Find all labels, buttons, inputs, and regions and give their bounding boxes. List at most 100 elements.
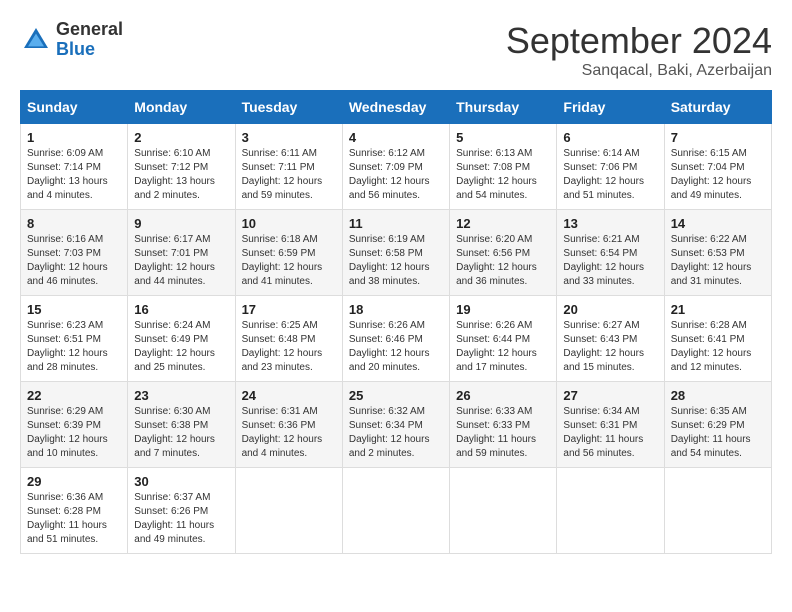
calendar-day-cell: 24 Sunrise: 6:31 AMSunset: 6:36 PMDayligh… bbox=[235, 382, 342, 468]
calendar-day-cell: 29Sunrise: 6:36 AMSunset: 6:28 PMDayligh… bbox=[21, 468, 128, 554]
cell-details: Sunrise: 6:32 AMSunset: 6:34 PMDaylight:… bbox=[349, 405, 443, 461]
day-number: 23 bbox=[134, 388, 228, 403]
day-number: 2 bbox=[134, 130, 228, 145]
column-header-tuesday: Tuesday bbox=[235, 91, 342, 124]
cell-details: Sunrise: 6:34 AMSunset: 6:31 PMDaylight:… bbox=[563, 405, 657, 461]
cell-details: Sunrise: 6:13 AMSunset: 7:08 PMDaylight:… bbox=[456, 147, 550, 203]
column-header-saturday: Saturday bbox=[664, 91, 771, 124]
cell-details: Sunrise: 6:19 AMSunset: 6:58 PMDaylight:… bbox=[349, 233, 443, 289]
day-number: 9 bbox=[134, 216, 228, 231]
day-number: 7 bbox=[671, 130, 765, 145]
calendar-day-cell: 13 Sunrise: 6:21 AMSunset: 6:54 PMDayligh… bbox=[557, 210, 664, 296]
day-number: 14 bbox=[671, 216, 765, 231]
empty-cell bbox=[450, 468, 557, 554]
month-title: September 2024 bbox=[506, 20, 772, 62]
calendar-week-row: 1Sunrise: 6:09 AMSunset: 7:14 PMDaylight… bbox=[21, 124, 772, 210]
day-number: 20 bbox=[563, 302, 657, 317]
cell-details: Sunrise: 6:22 AMSunset: 6:53 PMDaylight:… bbox=[671, 233, 765, 289]
column-header-sunday: Sunday bbox=[21, 91, 128, 124]
calendar-day-cell: 18 Sunrise: 6:26 AMSunset: 6:46 PMDayligh… bbox=[342, 296, 449, 382]
empty-cell bbox=[557, 468, 664, 554]
day-number: 3 bbox=[242, 130, 336, 145]
empty-cell bbox=[342, 468, 449, 554]
cell-details: Sunrise: 6:29 AMSunset: 6:39 PMDaylight:… bbox=[27, 405, 121, 461]
cell-details: Sunrise: 6:23 AMSunset: 6:51 PMDaylight:… bbox=[27, 319, 121, 375]
calendar-header-row: SundayMondayTuesdayWednesdayThursdayFrid… bbox=[21, 91, 772, 124]
column-header-wednesday: Wednesday bbox=[342, 91, 449, 124]
day-number: 11 bbox=[349, 216, 443, 231]
calendar-day-cell: 17 Sunrise: 6:25 AMSunset: 6:48 PMDayligh… bbox=[235, 296, 342, 382]
calendar-day-cell: 5 Sunrise: 6:13 AMSunset: 7:08 PMDaylight… bbox=[450, 124, 557, 210]
day-number: 30 bbox=[134, 474, 228, 489]
cell-details: Sunrise: 6:17 AMSunset: 7:01 PMDaylight:… bbox=[134, 233, 228, 289]
day-number: 26 bbox=[456, 388, 550, 403]
calendar-day-cell: 4 Sunrise: 6:12 AMSunset: 7:09 PMDaylight… bbox=[342, 124, 449, 210]
day-number: 13 bbox=[563, 216, 657, 231]
calendar-day-cell: 28Sunrise: 6:35 AMSunset: 6:29 PMDayligh… bbox=[664, 382, 771, 468]
cell-details: Sunrise: 6:18 AMSunset: 6:59 PMDaylight:… bbox=[242, 233, 336, 289]
cell-details: Sunrise: 6:30 AMSunset: 6:38 PMDaylight:… bbox=[134, 405, 228, 461]
calendar-day-cell: 9 Sunrise: 6:17 AMSunset: 7:01 PMDaylight… bbox=[128, 210, 235, 296]
logo-icon bbox=[20, 24, 52, 56]
calendar-day-cell: 3Sunrise: 6:11 AMSunset: 7:11 PMDaylight… bbox=[235, 124, 342, 210]
empty-cell bbox=[235, 468, 342, 554]
calendar-day-cell: 22Sunrise: 6:29 AMSunset: 6:39 PMDayligh… bbox=[21, 382, 128, 468]
calendar-day-cell: 10 Sunrise: 6:18 AMSunset: 6:59 PMDayligh… bbox=[235, 210, 342, 296]
cell-details: Sunrise: 6:25 AMSunset: 6:48 PMDaylight:… bbox=[242, 319, 336, 375]
column-header-thursday: Thursday bbox=[450, 91, 557, 124]
logo-blue-text: Blue bbox=[56, 39, 95, 59]
title-block: September 2024 Sanqacal, Baki, Azerbaija… bbox=[506, 20, 772, 80]
calendar-day-cell: 12Sunrise: 6:20 AMSunset: 6:56 PMDayligh… bbox=[450, 210, 557, 296]
logo: General Blue bbox=[20, 20, 123, 60]
calendar-day-cell: 27 Sunrise: 6:34 AMSunset: 6:31 PMDayligh… bbox=[557, 382, 664, 468]
calendar-week-row: 29Sunrise: 6:36 AMSunset: 6:28 PMDayligh… bbox=[21, 468, 772, 554]
calendar-day-cell: 23 Sunrise: 6:30 AMSunset: 6:38 PMDayligh… bbox=[128, 382, 235, 468]
calendar-week-row: 15 Sunrise: 6:23 AMSunset: 6:51 PMDayligh… bbox=[21, 296, 772, 382]
cell-details: Sunrise: 6:14 AMSunset: 7:06 PMDaylight:… bbox=[563, 147, 657, 203]
calendar-day-cell: 15 Sunrise: 6:23 AMSunset: 6:51 PMDayligh… bbox=[21, 296, 128, 382]
cell-details: Sunrise: 6:16 AMSunset: 7:03 PMDaylight:… bbox=[27, 233, 121, 289]
day-number: 6 bbox=[563, 130, 657, 145]
day-number: 21 bbox=[671, 302, 765, 317]
cell-details: Sunrise: 6:12 AMSunset: 7:09 PMDaylight:… bbox=[349, 147, 443, 203]
day-number: 8 bbox=[27, 216, 121, 231]
cell-details: Sunrise: 6:21 AMSunset: 6:54 PMDaylight:… bbox=[563, 233, 657, 289]
column-header-monday: Monday bbox=[128, 91, 235, 124]
cell-details: Sunrise: 6:31 AMSunset: 6:36 PMDaylight:… bbox=[242, 405, 336, 461]
cell-details: Sunrise: 6:26 AMSunset: 6:44 PMDaylight:… bbox=[456, 319, 550, 375]
day-number: 24 bbox=[242, 388, 336, 403]
empty-cell bbox=[664, 468, 771, 554]
cell-details: Sunrise: 6:26 AMSunset: 6:46 PMDaylight:… bbox=[349, 319, 443, 375]
calendar-day-cell: 6 Sunrise: 6:14 AMSunset: 7:06 PMDaylight… bbox=[557, 124, 664, 210]
day-number: 4 bbox=[349, 130, 443, 145]
page-header: General Blue September 2024 Sanqacal, Ba… bbox=[20, 20, 772, 80]
day-number: 27 bbox=[563, 388, 657, 403]
day-number: 15 bbox=[27, 302, 121, 317]
calendar-week-row: 8 Sunrise: 6:16 AMSunset: 7:03 PMDaylight… bbox=[21, 210, 772, 296]
calendar-day-cell: 11 Sunrise: 6:19 AMSunset: 6:58 PMDayligh… bbox=[342, 210, 449, 296]
calendar-table: SundayMondayTuesdayWednesdayThursdayFrid… bbox=[20, 90, 772, 554]
calendar-day-cell: 16 Sunrise: 6:24 AMSunset: 6:49 PMDayligh… bbox=[128, 296, 235, 382]
cell-details: Sunrise: 6:24 AMSunset: 6:49 PMDaylight:… bbox=[134, 319, 228, 375]
location-title: Sanqacal, Baki, Azerbaijan bbox=[506, 62, 772, 80]
day-number: 17 bbox=[242, 302, 336, 317]
calendar-day-cell: 14 Sunrise: 6:22 AMSunset: 6:53 PMDayligh… bbox=[664, 210, 771, 296]
day-number: 16 bbox=[134, 302, 228, 317]
cell-details: Sunrise: 6:20 AMSunset: 6:56 PMDaylight:… bbox=[456, 233, 550, 289]
cell-details: Sunrise: 6:27 AMSunset: 6:43 PMDaylight:… bbox=[563, 319, 657, 375]
day-number: 1 bbox=[27, 130, 121, 145]
cell-details: Sunrise: 6:33 AMSunset: 6:33 PMDaylight:… bbox=[456, 405, 550, 461]
day-number: 10 bbox=[242, 216, 336, 231]
cell-details: Sunrise: 6:36 AMSunset: 6:28 PMDaylight:… bbox=[27, 491, 121, 547]
cell-details: Sunrise: 6:10 AMSunset: 7:12 PMDaylight:… bbox=[134, 147, 228, 203]
calendar-day-cell: 19Sunrise: 6:26 AMSunset: 6:44 PMDayligh… bbox=[450, 296, 557, 382]
cell-details: Sunrise: 6:35 AMSunset: 6:29 PMDaylight:… bbox=[671, 405, 765, 461]
calendar-day-cell: 21 Sunrise: 6:28 AMSunset: 6:41 PMDayligh… bbox=[664, 296, 771, 382]
day-number: 18 bbox=[349, 302, 443, 317]
cell-details: Sunrise: 6:28 AMSunset: 6:41 PMDaylight:… bbox=[671, 319, 765, 375]
calendar-day-cell: 2 Sunrise: 6:10 AMSunset: 7:12 PMDaylight… bbox=[128, 124, 235, 210]
day-number: 5 bbox=[456, 130, 550, 145]
calendar-day-cell: 25Sunrise: 6:32 AMSunset: 6:34 PMDayligh… bbox=[342, 382, 449, 468]
calendar-day-cell: 1Sunrise: 6:09 AMSunset: 7:14 PMDaylight… bbox=[21, 124, 128, 210]
column-header-friday: Friday bbox=[557, 91, 664, 124]
